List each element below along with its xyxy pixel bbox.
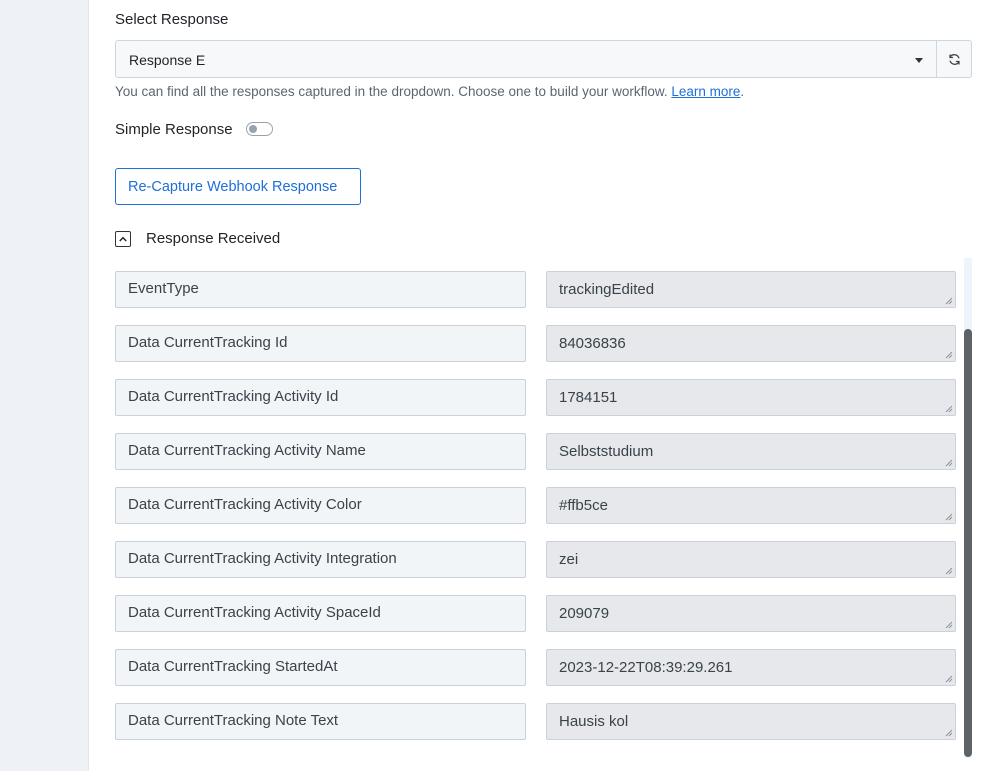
field-value-text: #ffb5ce <box>559 497 608 514</box>
response-field-row: Data CurrentTracking Note Text Hausis ko… <box>115 703 957 740</box>
response-dropdown-value: Response E <box>129 52 206 68</box>
field-value-text: trackingEdited <box>559 281 655 298</box>
simple-response-label: Simple Response <box>115 121 233 138</box>
field-value[interactable]: trackingEdited <box>546 271 956 308</box>
chevron-up-icon <box>119 236 127 242</box>
response-dropdown[interactable]: Response E <box>115 40 937 78</box>
field-key: Data CurrentTracking Id <box>115 325 526 362</box>
resize-grip-icon <box>945 567 953 575</box>
field-value[interactable]: Hausis kol <box>546 703 956 740</box>
response-field-row: EventType trackingEdited <box>115 271 957 308</box>
field-value-text: 2023-12-22T08:39:29.261 <box>559 659 733 676</box>
field-value[interactable]: 2023-12-22T08:39:29.261 <box>546 649 956 686</box>
resize-grip-icon <box>945 351 953 359</box>
collapse-toggle-button[interactable] <box>115 231 131 247</box>
field-value-text: Hausis kol <box>559 713 629 730</box>
field-value[interactable]: Selbststudium <box>546 433 956 470</box>
field-value-text: Selbststudium <box>559 443 654 460</box>
select-response-label: Select Response <box>115 11 229 28</box>
select-response-helper: You can find all the responses captured … <box>115 84 744 99</box>
response-field-row: Data CurrentTracking Activity Name Selbs… <box>115 433 957 470</box>
field-value-text: 209079 <box>559 605 610 622</box>
field-value[interactable]: zei <box>546 541 956 578</box>
learn-more-link[interactable]: Learn more <box>671 84 740 99</box>
caret-down-icon <box>915 58 923 63</box>
refresh-responses-button[interactable] <box>936 40 972 78</box>
field-key: Data CurrentTracking Activity Color <box>115 487 526 524</box>
scrollbar-thumb[interactable] <box>964 329 972 757</box>
webhook-response-panel: Select Response Response E You can find … <box>88 0 998 771</box>
helper-suffix: . <box>740 84 745 99</box>
field-key: Data CurrentTracking Activity Id <box>115 379 526 416</box>
field-key: Data CurrentTracking Activity SpaceId <box>115 595 526 632</box>
helper-text: You can find all the responses captured … <box>115 84 668 99</box>
field-key: Data CurrentTracking Activity Name <box>115 433 526 470</box>
resize-grip-icon <box>945 405 953 413</box>
response-field-row: Data CurrentTracking Activity Integratio… <box>115 541 957 578</box>
toggle-knob <box>249 125 257 133</box>
response-received-title: Response Received <box>146 230 281 247</box>
field-key: Data CurrentTracking StartedAt <box>115 649 526 686</box>
resize-grip-icon <box>945 675 953 683</box>
field-value-text: 1784151 <box>559 389 618 406</box>
simple-response-toggle[interactable] <box>246 122 273 136</box>
left-rail <box>0 0 88 771</box>
resize-grip-icon <box>945 297 953 305</box>
resize-grip-icon <box>945 459 953 467</box>
resize-grip-icon <box>945 729 953 737</box>
response-field-row: Data CurrentTracking StartedAt 2023-12-2… <box>115 649 957 686</box>
response-field-row: Data CurrentTracking Activity SpaceId 20… <box>115 595 957 632</box>
response-field-row: Data CurrentTracking Activity Color #ffb… <box>115 487 957 524</box>
field-key: Data CurrentTracking Note Text <box>115 703 526 740</box>
field-value[interactable]: 84036836 <box>546 325 956 362</box>
resize-grip-icon <box>945 621 953 629</box>
refresh-icon <box>949 54 960 65</box>
field-key: Data CurrentTracking Activity Integratio… <box>115 541 526 578</box>
field-value[interactable]: 1784151 <box>546 379 956 416</box>
field-value[interactable]: #ffb5ce <box>546 487 956 524</box>
field-value-text: zei <box>559 551 579 568</box>
field-value[interactable]: 209079 <box>546 595 956 632</box>
recapture-webhook-button[interactable]: Re-Capture Webhook Response <box>115 168 361 205</box>
field-value-text: 84036836 <box>559 335 626 352</box>
response-field-row: Data CurrentTracking Activity Id 1784151 <box>115 379 957 416</box>
resize-grip-icon <box>945 513 953 521</box>
response-field-row: Data CurrentTracking Id 84036836 <box>115 325 957 362</box>
field-key: EventType <box>115 271 526 308</box>
